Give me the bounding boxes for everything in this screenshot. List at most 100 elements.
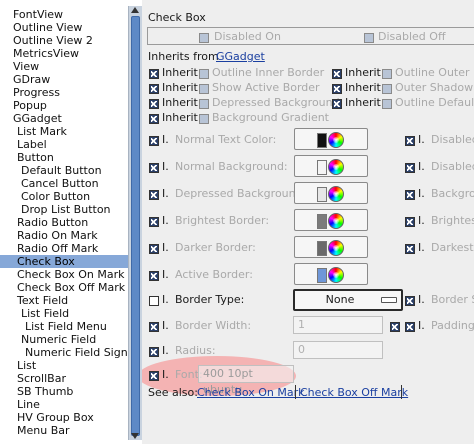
- tree-item-label: Popup: [13, 99, 47, 112]
- inherit-checkbox[interactable]: [149, 217, 159, 227]
- tree-item[interactable]: Cancel Button: [0, 177, 128, 190]
- inherit-checkbox[interactable]: [405, 217, 415, 227]
- inherit-checkbox[interactable]: [149, 136, 159, 146]
- inherit-checkbox[interactable]: [149, 190, 159, 200]
- properties-panel: Check Box Disabled On Disabled Off Inher…: [142, 0, 474, 444]
- inherit-checkbox[interactable]: [405, 296, 415, 306]
- tree-item[interactable]: Check Box On Mark: [0, 268, 128, 281]
- tree-item[interactable]: Drop List Button: [0, 203, 128, 216]
- tree-item[interactable]: Color Button: [0, 190, 128, 203]
- inherit-checkbox[interactable]: [149, 99, 159, 109]
- inherit-checkbox[interactable]: [405, 136, 415, 146]
- tree-item[interactable]: ScrollBar: [0, 372, 128, 385]
- option-checkbox: [199, 84, 209, 94]
- tree-item[interactable]: List Field Menu: [0, 320, 128, 333]
- tree-item[interactable]: Text Field: [0, 294, 128, 307]
- inherit-label: Inherit: [345, 66, 381, 79]
- right-border-sh-label: Border Sh: [431, 293, 474, 306]
- tree-item[interactable]: Radio Off Mark: [0, 242, 128, 255]
- font-field[interactable]: 400 10pt ubuntu: [198, 365, 294, 396]
- tree-item[interactable]: Button: [0, 151, 128, 164]
- tree-item[interactable]: Progress: [0, 86, 128, 99]
- see-also-link-on-mark[interactable]: Check Box On Mark: [197, 386, 305, 400]
- tree-item-label: GGadget: [13, 112, 62, 125]
- tree-item[interactable]: Numeric Field Sign: [0, 346, 128, 359]
- active-border-label: Active Border:: [175, 268, 253, 281]
- tree-item-label: Text Field: [17, 294, 69, 307]
- inherit-checkbox[interactable]: [405, 322, 415, 332]
- tree-item-label: List Mark: [17, 125, 67, 138]
- tree-item[interactable]: HV Group Box: [0, 411, 128, 424]
- inherit-checkbox[interactable]: [405, 190, 415, 200]
- tree-item[interactable]: Label: [0, 138, 128, 151]
- tree-scrollbar[interactable]: [128, 6, 142, 440]
- darker-border-color-button[interactable]: [294, 236, 368, 258]
- scroll-up-arrow-icon[interactable]: [131, 7, 139, 13]
- tree-item[interactable]: Default Button: [0, 164, 128, 177]
- tree-item[interactable]: List Mark: [0, 125, 128, 138]
- tree-item[interactable]: View: [0, 60, 128, 73]
- inherit-checkbox[interactable]: [149, 322, 159, 332]
- inherit-short-label: I.: [162, 319, 169, 332]
- scroll-down-arrow-icon[interactable]: [131, 433, 139, 439]
- tree-item[interactable]: Popup: [0, 99, 128, 112]
- border-type-inherit-checkbox[interactable]: [149, 296, 159, 306]
- normal-text-color-button[interactable]: [294, 128, 368, 150]
- inherit-label: Inherit: [162, 66, 198, 79]
- inherit-checkbox[interactable]: [332, 69, 342, 79]
- inherit-checkbox[interactable]: [149, 163, 159, 173]
- color-swatch: [317, 241, 327, 256]
- tree-item[interactable]: Check Box Off Mark: [0, 281, 128, 294]
- inherit-checkbox[interactable]: [149, 371, 159, 381]
- normal-background-color-button[interactable]: [294, 155, 368, 177]
- link-separator: [295, 385, 296, 399]
- tree-item[interactable]: FontView: [0, 8, 128, 21]
- inherit-checkbox[interactable]: [390, 322, 400, 332]
- color-wheel-icon: [328, 132, 344, 148]
- tree-item[interactable]: GDraw: [0, 73, 128, 86]
- scroll-thumb[interactable]: [131, 16, 140, 436]
- tree-item[interactable]: Menu Bar: [0, 424, 128, 437]
- tree-item[interactable]: Outline View: [0, 21, 128, 34]
- inherit-checkbox[interactable]: [332, 99, 342, 109]
- border-type-dropdown[interactable]: None: [293, 289, 403, 311]
- tree-item-label: GDraw: [13, 73, 51, 86]
- tree-item-label: Radio Button: [17, 216, 89, 229]
- active-border-color-button[interactable]: [294, 263, 368, 285]
- see-also-link-off-mark[interactable]: Check Box Off Mark: [300, 386, 408, 400]
- depressed-background-color-button[interactable]: [294, 182, 368, 204]
- tree-item[interactable]: MetricsView: [0, 47, 128, 60]
- inherit-short-label: I.: [162, 368, 169, 381]
- tree-item[interactable]: GGadget: [0, 112, 128, 125]
- inherit-label: Inherit: [162, 96, 198, 109]
- inherit-checkbox[interactable]: [405, 163, 415, 173]
- inherit-checkbox[interactable]: [332, 84, 342, 94]
- inherit-short-label: I.: [162, 133, 169, 146]
- inherit-checkbox[interactable]: [149, 84, 159, 94]
- tree-item[interactable]: Radio Button: [0, 216, 128, 229]
- brightest-border-color-button[interactable]: [294, 209, 368, 231]
- inherit-checkbox[interactable]: [149, 114, 159, 124]
- tree-item[interactable]: List Field: [0, 307, 128, 320]
- tree-item[interactable]: Line: [0, 398, 128, 411]
- tree-item[interactable]: List: [0, 359, 128, 372]
- tree-item-label: Menu Bar: [17, 424, 70, 437]
- option-checkbox: [199, 114, 209, 124]
- border-width-field[interactable]: 1: [293, 316, 383, 334]
- inherit-checkbox[interactable]: [149, 69, 159, 79]
- radius-field[interactable]: 0: [293, 341, 383, 359]
- tree-item[interactable]: Numeric Field: [0, 333, 128, 346]
- tree-item[interactable]: SB Thumb: [0, 385, 128, 398]
- inherit-checkbox[interactable]: [149, 271, 159, 281]
- inherit-checkbox[interactable]: [405, 244, 415, 254]
- tree-item[interactable]: Radio On Mark: [0, 229, 128, 242]
- inherit-checkbox[interactable]: [149, 244, 159, 254]
- inherits-from-link[interactable]: GGadget: [216, 50, 265, 64]
- color-swatch: [317, 268, 327, 283]
- color-wheel-icon: [328, 213, 344, 229]
- tree-item[interactable]: Check Box: [0, 255, 128, 268]
- inherit-checkbox[interactable]: [149, 347, 159, 357]
- tree-item[interactable]: Outline View 2: [0, 34, 128, 47]
- tree-item-label: Check Box Off Mark: [17, 281, 126, 294]
- style-tree[interactable]: FontView Outline View Outline View 2 Metric…: [0, 0, 128, 444]
